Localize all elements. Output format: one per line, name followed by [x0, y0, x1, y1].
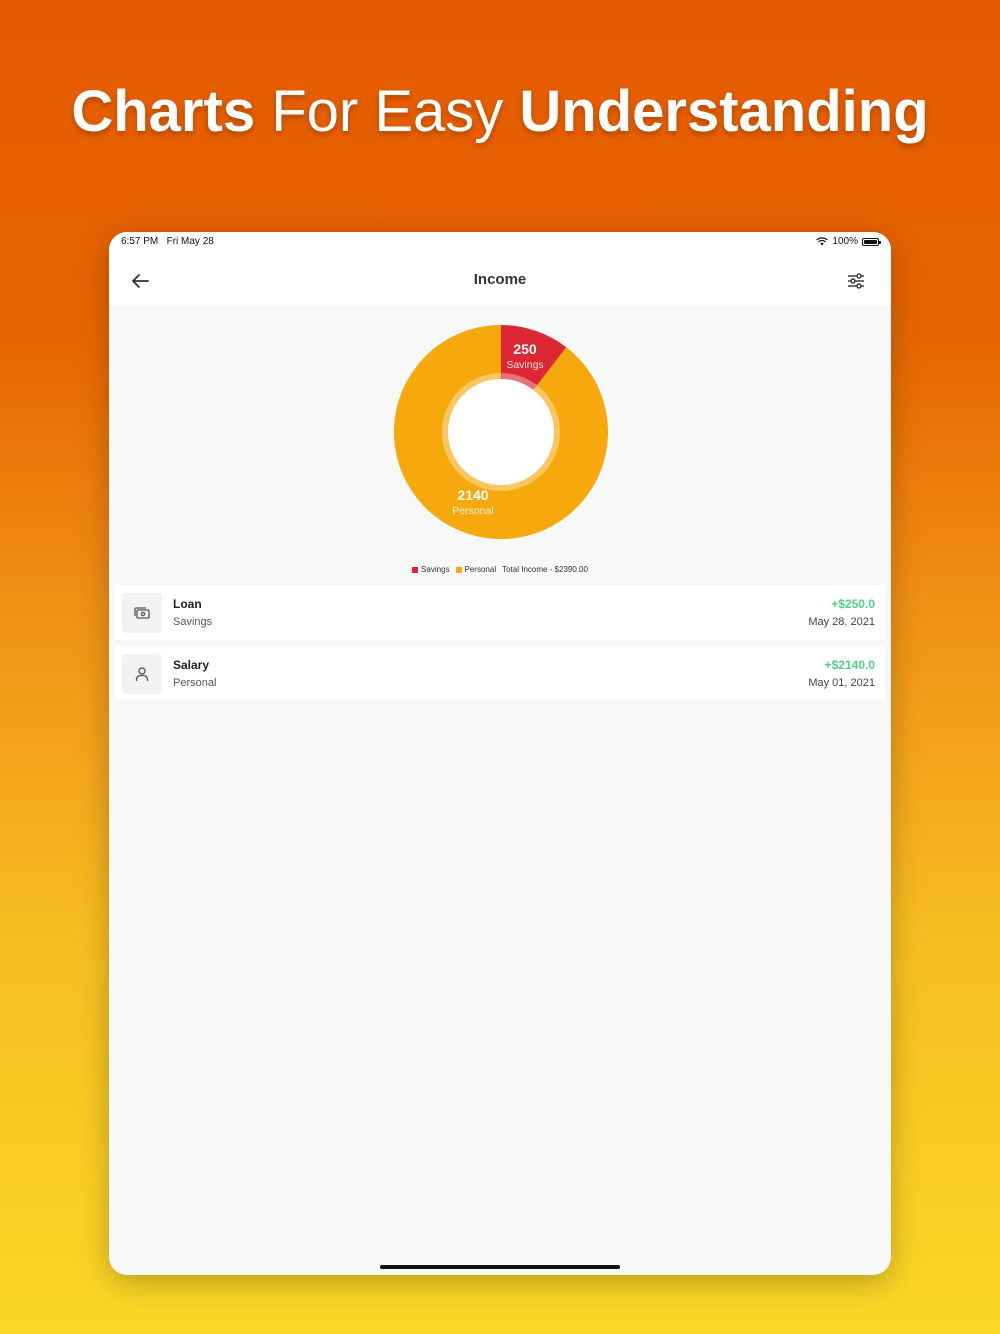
tx-title: Loan — [173, 597, 202, 611]
data-label-category-personal: Personal — [452, 505, 493, 517]
status-bar: 6:57 PM Fri May 28 100% — [109, 232, 891, 256]
tx-title: Salary — [173, 658, 210, 672]
legend-total: Total Income - $2390.00 — [502, 565, 588, 574]
status-date: Fri May 28 — [166, 236, 214, 247]
data-label-value-savings: 250 — [513, 341, 537, 357]
headline-part-3: Understanding — [519, 79, 929, 144]
tx-date: May 28, 2021 — [808, 616, 875, 628]
arrow-left-icon — [132, 274, 149, 288]
nav-bar: Income — [109, 256, 891, 306]
tx-category: Savings — [173, 616, 213, 628]
tablet-screen: 6:57 PM Fri May 28 100% Income 250 Savin… — [109, 232, 891, 1275]
donut-hole — [448, 379, 554, 485]
filter-button[interactable] — [843, 268, 869, 294]
person-icon — [122, 654, 162, 694]
headline: Charts For Easy Understanding — [0, 78, 1000, 145]
sliders-icon — [848, 273, 864, 289]
status-time: 6:57 PM — [121, 236, 159, 247]
tx-amount: +$2140.0 — [824, 658, 875, 672]
legend-label-savings: Savings — [421, 565, 450, 574]
battery-icon — [862, 237, 881, 246]
home-indicator[interactable] — [380, 1265, 620, 1269]
list-item[interactable]: Salary Personal +$2140.0 May 01, 2021 — [115, 646, 885, 701]
tx-date: May 01, 2021 — [808, 677, 875, 689]
legend-swatch-personal — [455, 566, 462, 573]
transaction-list: Loan Savings +$250.0 May 28, 2021 Salary… — [115, 585, 885, 707]
legend-item-savings: Savings — [412, 565, 450, 574]
legend-label-personal: Personal — [464, 565, 497, 574]
chart-legend: Savings Personal Total Income - $2390.00 — [109, 565, 891, 574]
status-left: 6:57 PM Fri May 28 — [121, 236, 214, 247]
status-right: 100% — [816, 236, 881, 247]
tx-category: Personal — [173, 677, 217, 689]
cash-icon — [122, 593, 162, 633]
data-label-category-savings: Savings — [506, 359, 543, 371]
headline-part-1: Charts — [71, 79, 256, 144]
data-label-value-personal: 2140 — [457, 487, 488, 503]
income-donut-chart: 250 Savings 2140 Personal — [391, 322, 611, 542]
headline-part-2: For Easy — [271, 79, 504, 144]
list-item[interactable]: Loan Savings +$250.0 May 28, 2021 — [115, 585, 885, 640]
tx-amount: +$250.0 — [831, 597, 875, 611]
back-button[interactable] — [127, 268, 153, 294]
battery-percent: 100% — [832, 236, 858, 247]
page-title: Income — [473, 271, 527, 288]
legend-swatch-savings — [412, 566, 419, 573]
legend-item-personal: Personal — [455, 565, 497, 574]
donut-svg: 250 Savings 2140 Personal — [394, 325, 608, 539]
wifi-icon — [816, 237, 829, 246]
